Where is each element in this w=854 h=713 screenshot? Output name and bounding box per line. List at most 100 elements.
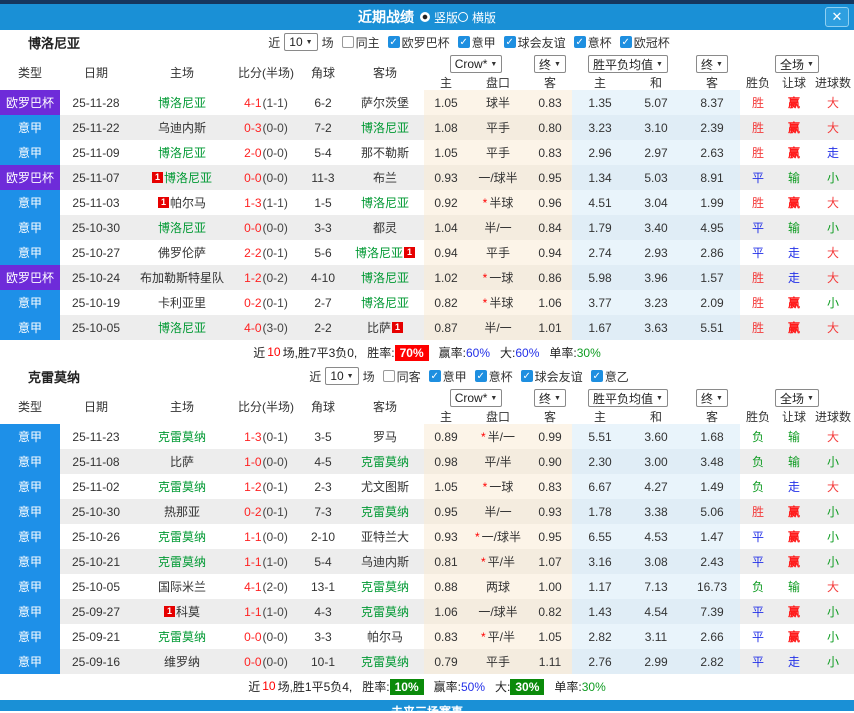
league-checkbox-3[interactable]: ✓ 意乙 bbox=[590, 368, 629, 385]
league-checkbox-0[interactable]: ✓ 意甲 bbox=[428, 368, 467, 385]
same-venue-checkbox[interactable]: 同客 bbox=[382, 368, 421, 385]
league-checkbox-2[interactable]: ✓ 球会友谊 bbox=[503, 34, 566, 51]
score-cell: 1-0 (0-0) bbox=[232, 449, 300, 474]
away-team-cell: 博洛尼亚 bbox=[346, 265, 424, 290]
unit-label: 场 bbox=[362, 369, 375, 384]
home-team-cell-label: 博洛尼亚 bbox=[157, 221, 206, 235]
result-handicap-cell: 赢 bbox=[787, 196, 800, 210]
avg-lose-cell: 4.95 bbox=[684, 215, 740, 240]
date-cell: 25-11-09 bbox=[72, 145, 120, 160]
avg-win-cell: 3.77 bbox=[572, 290, 628, 315]
league-checkbox-0-label: 欧罗巴杯 bbox=[401, 35, 450, 50]
summary-stat: 大:60% bbox=[500, 344, 539, 361]
same-venue-checkbox[interactable]: 同主 bbox=[341, 34, 380, 51]
competition-cell: 意甲 bbox=[0, 190, 60, 215]
match-row: 意甲 25-11-02 克雷莫纳 1-2 (0-1) 2-3 尤文图斯 1.05 * 一球 0.83… bbox=[0, 474, 854, 499]
home-odds-cell: 0.89 bbox=[424, 424, 468, 449]
scope-select[interactable]: 全场 ▼ bbox=[775, 389, 819, 407]
result-handicap-cell: 赢 bbox=[787, 321, 800, 335]
home-odds-cell: 0.93 bbox=[424, 165, 468, 190]
avg-draw-cell: 3.40 bbox=[628, 215, 684, 240]
fulltime-score: 1-2 bbox=[244, 479, 262, 494]
league-checkbox-3-label: 意乙 bbox=[604, 369, 629, 384]
league-checkbox-1[interactable]: ✓ 意甲 bbox=[457, 34, 496, 51]
layout-radio-horizontal[interactable]: 横版 bbox=[458, 9, 496, 26]
away-team-cell-label: 罗马 bbox=[372, 430, 397, 444]
summary-stat: 赢率:60% bbox=[439, 344, 490, 361]
match-row: 意甲 25-09-16 维罗纳 0-0 (0-0) 10-1 克雷莫纳 0.79 平手 1.11 2… bbox=[0, 649, 854, 674]
result-goals-cell: 小 bbox=[826, 605, 839, 619]
home-team-cell: 维罗纳 bbox=[132, 649, 232, 674]
league-checkbox-3[interactable]: ✓ 意杯 bbox=[573, 34, 612, 51]
away-odds-cell: 0.84 bbox=[528, 215, 572, 240]
fulltime-score: 0-0 bbox=[244, 220, 262, 235]
close-button[interactable]: ✕ bbox=[825, 7, 849, 27]
avg-draw-cell: 4.53 bbox=[628, 524, 684, 549]
column-header-corner: 角球 bbox=[310, 65, 335, 80]
league-checkbox-1[interactable]: ✓ 意杯 bbox=[474, 368, 513, 385]
corner-cell: 5-4 bbox=[314, 554, 332, 569]
away-odds-cell: 0.83 bbox=[528, 140, 572, 165]
odds-time-select[interactable]: 终 ▼ bbox=[534, 55, 566, 73]
result-goals-cell: 小 bbox=[826, 505, 839, 519]
competition-cell: 意甲 bbox=[0, 424, 60, 449]
away-team-cell: 克雷莫纳 bbox=[346, 649, 424, 674]
fulltime-score: 1-0 bbox=[244, 454, 262, 469]
summary-stat-label: 单率: bbox=[549, 345, 577, 360]
section-home-team-rows: 欧罗巴杯 25-11-28 博洛尼亚 4-1 (1-1) 6-2 萨尔茨堡 1.05 球半 0.8… bbox=[0, 90, 854, 340]
column-header-corner: 角球 bbox=[310, 399, 335, 414]
summary-stat-value: 30% bbox=[581, 679, 606, 694]
corner-cell: 13-1 bbox=[310, 579, 336, 594]
home-odds-cell: 1.08 bbox=[424, 115, 468, 140]
away-team-cell-label: 博洛尼亚 bbox=[360, 296, 409, 310]
scope-select[interactable]: 全场 ▼ bbox=[775, 55, 819, 73]
result-goals-cell: 大 bbox=[826, 271, 839, 285]
league-checkbox-2[interactable]: ✓ 球会友谊 bbox=[520, 368, 583, 385]
competition-cell: 意甲 bbox=[0, 240, 60, 265]
column-header-type: 类型 bbox=[17, 65, 42, 80]
league-checkbox-0[interactable]: ✓ 欧罗巴杯 bbox=[387, 34, 450, 51]
corner-cell: 3-5 bbox=[314, 429, 332, 444]
match-count-select[interactable]: 10 ▼ bbox=[284, 33, 318, 51]
away-odds-cell: 1.07 bbox=[528, 549, 572, 574]
avg-lose-cell: 2.86 bbox=[684, 240, 740, 265]
home-team-cell-label: 博洛尼亚 bbox=[157, 146, 206, 160]
avg-type-select-value: 胜平负均值 bbox=[593, 391, 654, 406]
avg-type-select[interactable]: 胜平负均值 ▼ bbox=[588, 55, 668, 73]
layout-radio-vertical[interactable]: 竖版 bbox=[419, 9, 458, 26]
bookmaker-select[interactable]: Crow* ▼ bbox=[449, 389, 503, 407]
checkbox-checked-icon: ✓ bbox=[590, 370, 603, 382]
away-team-cell: 克雷莫纳 bbox=[346, 449, 424, 474]
away-odds-cell: 0.83 bbox=[528, 90, 572, 115]
odds-time-select[interactable]: 终 ▼ bbox=[534, 389, 566, 407]
result-subheader: 让球 bbox=[781, 409, 806, 424]
score-cell: 0-0 (0-0) bbox=[232, 649, 300, 674]
column-header-away: 客场 bbox=[372, 65, 397, 80]
handicap-label: 平/半 bbox=[487, 630, 515, 644]
avg-type-select[interactable]: 胜平负均值 ▼ bbox=[588, 389, 668, 407]
summary-count: 10 bbox=[267, 345, 281, 359]
summary-record: 场,胜1平5负4, bbox=[277, 679, 353, 694]
handicap-change-star: * bbox=[480, 554, 486, 569]
checkbox-checked-icon: ✓ bbox=[503, 36, 516, 48]
away-odds-cell: 0.90 bbox=[528, 449, 572, 474]
avg-time-select[interactable]: 终 ▼ bbox=[696, 55, 728, 73]
date-cell: 25-10-26 bbox=[71, 529, 121, 544]
home-team-cell-label: 帕尔马 bbox=[169, 196, 206, 210]
handicap-cell: 半/一 bbox=[468, 315, 528, 340]
bookmaker-select[interactable]: Crow* ▼ bbox=[449, 55, 503, 73]
handicap-label: 平/半 bbox=[487, 555, 515, 569]
avg-draw-cell: 2.97 bbox=[628, 140, 684, 165]
league-checkbox-4[interactable]: ✓ 欧冠杯 bbox=[619, 34, 670, 51]
match-count-select[interactable]: 10 ▼ bbox=[325, 367, 359, 385]
bookmaker-select-value: Crow* bbox=[454, 391, 488, 405]
date-cell: 25-11-02 bbox=[72, 479, 120, 494]
summary-stat-label: 单率: bbox=[554, 679, 582, 694]
chevron-down-icon: ▼ bbox=[807, 394, 814, 402]
home-odds-cell: 0.83 bbox=[424, 624, 468, 649]
fulltime-score: 0-0 bbox=[244, 654, 262, 669]
date-cell: 25-10-05 bbox=[71, 579, 121, 594]
match-row: 欧罗巴杯 25-11-28 博洛尼亚 4-1 (1-1) 6-2 萨尔茨堡 1.05 球半 0.8… bbox=[0, 90, 854, 115]
halftime-score: (0-0) bbox=[262, 145, 288, 160]
avg-time-select[interactable]: 终 ▼ bbox=[696, 389, 728, 407]
